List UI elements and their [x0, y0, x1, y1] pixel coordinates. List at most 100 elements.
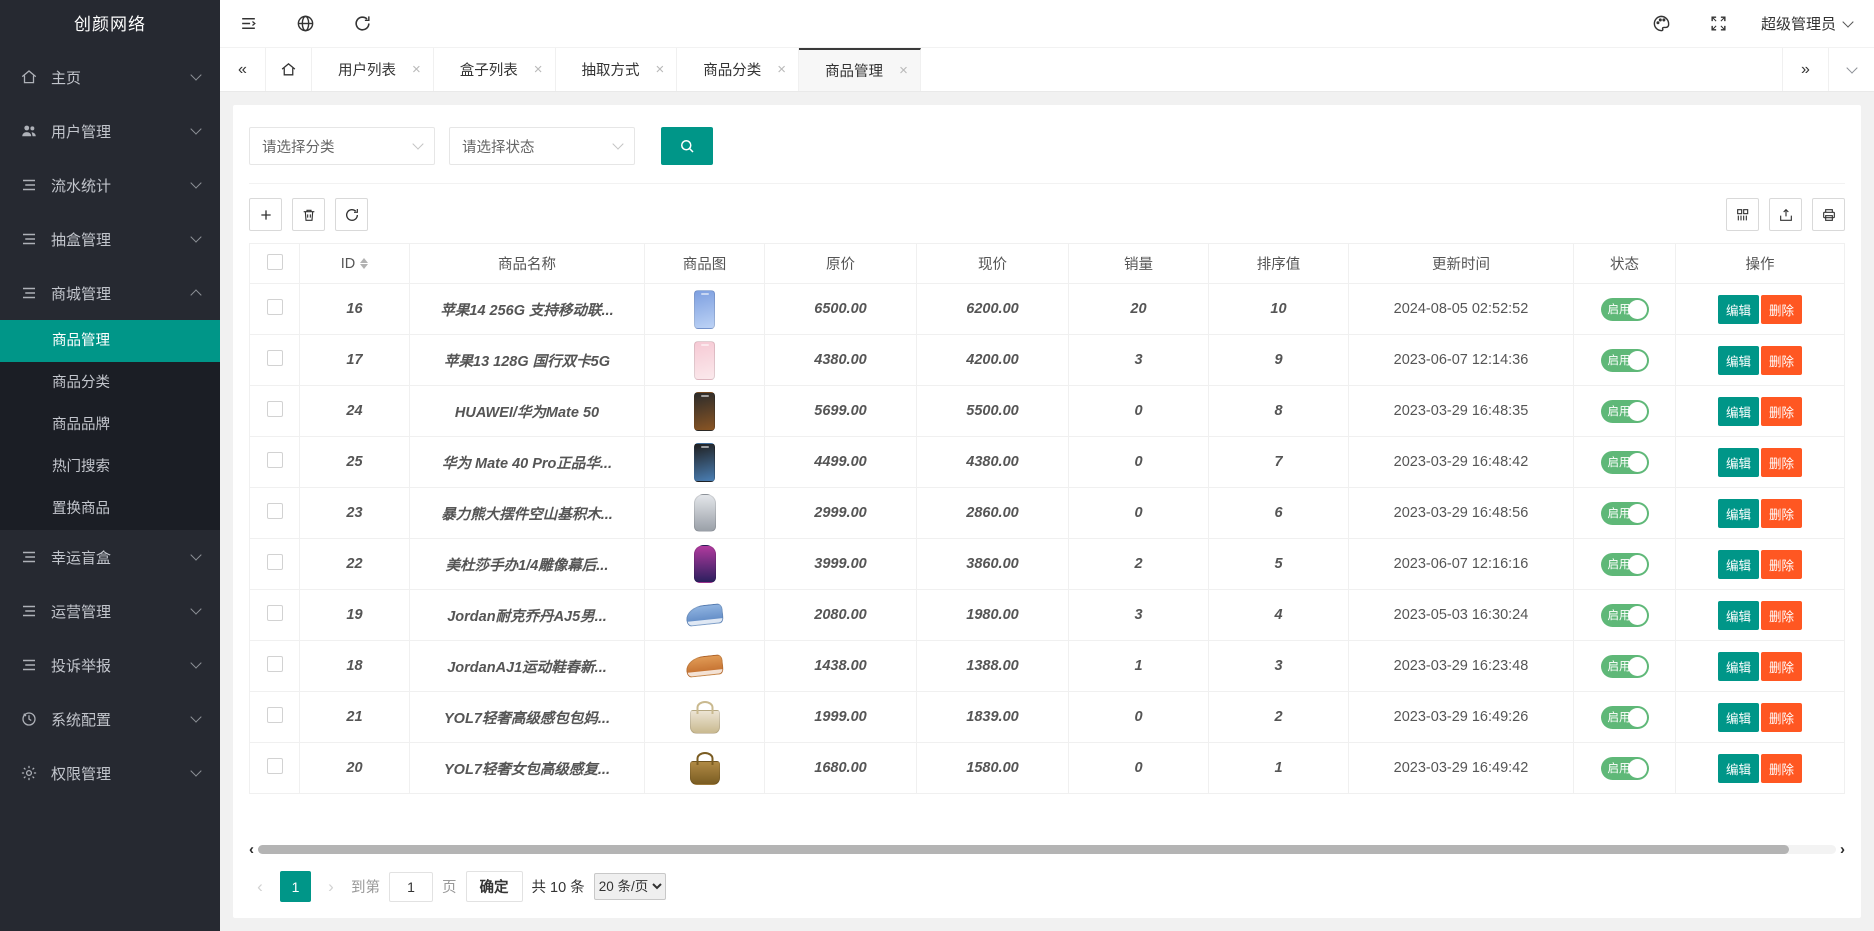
product-thumbnail[interactable]: [694, 341, 715, 380]
sidebar-item-lucky[interactable]: 幸运盲盒: [0, 530, 220, 584]
batch-delete-button[interactable]: [292, 198, 325, 231]
status-select[interactable]: 请选择状态: [449, 127, 635, 165]
globe-icon[interactable]: [277, 0, 334, 47]
edit-button[interactable]: 编辑: [1718, 652, 1759, 681]
delete-button[interactable]: 删除: [1761, 448, 1802, 477]
sidebar-item-flow[interactable]: 流水统计: [0, 158, 220, 212]
edit-button[interactable]: 编辑: [1718, 703, 1759, 732]
delete-button[interactable]: 删除: [1761, 346, 1802, 375]
product-thumbnail[interactable]: [690, 710, 720, 734]
scroll-left-icon[interactable]: ‹: [249, 842, 254, 857]
columns-filter-button[interactable]: [1726, 198, 1759, 231]
row-checkbox[interactable]: [267, 758, 283, 774]
scroll-right-icon[interactable]: ›: [1840, 842, 1845, 857]
product-thumbnail[interactable]: [694, 290, 715, 329]
print-button[interactable]: [1812, 198, 1845, 231]
delete-button[interactable]: 删除: [1761, 397, 1802, 426]
sidebar-item-users[interactable]: 用户管理: [0, 104, 220, 158]
product-thumbnail[interactable]: [685, 603, 724, 627]
close-icon[interactable]: ×: [534, 62, 543, 77]
product-thumbnail[interactable]: [685, 654, 724, 678]
edit-button[interactable]: 编辑: [1718, 550, 1759, 579]
close-icon[interactable]: ×: [412, 62, 421, 77]
edit-button[interactable]: 编辑: [1718, 346, 1759, 375]
next-page-button[interactable]: ›: [320, 877, 342, 897]
row-checkbox[interactable]: [267, 299, 283, 315]
delete-button[interactable]: 删除: [1761, 295, 1802, 324]
sidebar-item-complaint[interactable]: 投诉举报: [0, 638, 220, 692]
sidebar-item-box[interactable]: 抽盒管理: [0, 212, 220, 266]
sort-icon[interactable]: [360, 258, 368, 269]
status-toggle[interactable]: 启用: [1601, 298, 1649, 321]
delete-button[interactable]: 删除: [1761, 499, 1802, 528]
delete-button[interactable]: 删除: [1761, 550, 1802, 579]
product-thumbnail[interactable]: [694, 443, 715, 482]
tab-商品分类[interactable]: 商品分类×: [677, 48, 799, 91]
sidebar-item-sysconfig[interactable]: 系统配置: [0, 692, 220, 746]
page-size-select[interactable]: 20 条/页: [594, 873, 666, 900]
status-toggle[interactable]: 启用: [1601, 655, 1649, 678]
goto-page-input[interactable]: [389, 872, 433, 902]
close-icon[interactable]: ×: [899, 63, 908, 78]
scrollbar-thumb[interactable]: [258, 845, 1789, 854]
row-checkbox[interactable]: [267, 656, 283, 672]
add-button[interactable]: [249, 198, 282, 231]
row-checkbox[interactable]: [267, 503, 283, 519]
tab-商品管理[interactable]: 商品管理×: [799, 48, 921, 91]
edit-button[interactable]: 编辑: [1718, 448, 1759, 477]
tab-盒子列表[interactable]: 盒子列表×: [434, 48, 556, 91]
status-toggle[interactable]: 启用: [1601, 400, 1649, 423]
submenu-item-0[interactable]: 商品管理: [0, 320, 220, 362]
status-toggle[interactable]: 启用: [1601, 502, 1649, 525]
tab-用户列表[interactable]: 用户列表×: [312, 48, 434, 91]
col-id[interactable]: ID: [300, 244, 410, 284]
edit-button[interactable]: 编辑: [1718, 397, 1759, 426]
table-refresh-button[interactable]: [335, 198, 368, 231]
submenu-item-3[interactable]: 热门搜索: [0, 446, 220, 488]
status-toggle[interactable]: 启用: [1601, 757, 1649, 780]
product-thumbnail[interactable]: [694, 392, 715, 431]
edit-button[interactable]: 编辑: [1718, 601, 1759, 630]
select-all-checkbox[interactable]: [267, 254, 283, 270]
status-toggle[interactable]: 启用: [1601, 706, 1649, 729]
confirm-page-button[interactable]: 确定: [466, 871, 523, 902]
delete-button[interactable]: 删除: [1761, 652, 1802, 681]
product-thumbnail[interactable]: [694, 545, 716, 583]
submenu-item-1[interactable]: 商品分类: [0, 362, 220, 404]
tabs-expand-button[interactable]: »: [1782, 48, 1828, 91]
status-toggle[interactable]: 启用: [1601, 349, 1649, 372]
prev-page-button[interactable]: ‹: [249, 877, 271, 897]
sidebar-item-perm[interactable]: 权限管理: [0, 746, 220, 800]
home-tab[interactable]: [266, 48, 312, 91]
scrollbar-track[interactable]: [258, 845, 1836, 854]
status-toggle[interactable]: 启用: [1601, 553, 1649, 576]
search-button[interactable]: [661, 127, 713, 165]
edit-button[interactable]: 编辑: [1718, 295, 1759, 324]
product-thumbnail[interactable]: [690, 761, 720, 785]
row-checkbox[interactable]: [267, 554, 283, 570]
close-icon[interactable]: ×: [777, 62, 786, 77]
submenu-item-2[interactable]: 商品品牌: [0, 404, 220, 446]
sidebar-item-home[interactable]: 主页: [0, 50, 220, 104]
row-checkbox[interactable]: [267, 350, 283, 366]
close-icon[interactable]: ×: [656, 62, 665, 77]
user-menu[interactable]: 超级管理员: [1747, 0, 1874, 47]
edit-button[interactable]: 编辑: [1718, 754, 1759, 783]
status-toggle[interactable]: 启用: [1601, 604, 1649, 627]
submenu-item-4[interactable]: 置换商品: [0, 488, 220, 530]
status-toggle[interactable]: 启用: [1601, 451, 1649, 474]
edit-button[interactable]: 编辑: [1718, 499, 1759, 528]
tabs-more-button[interactable]: [1828, 48, 1874, 91]
delete-button[interactable]: 删除: [1761, 601, 1802, 630]
delete-button[interactable]: 删除: [1761, 754, 1802, 783]
menu-toggle-icon[interactable]: [220, 0, 277, 47]
sidebar-item-mall[interactable]: 商城管理: [0, 266, 220, 320]
category-select[interactable]: 请选择分类: [249, 127, 435, 165]
row-checkbox[interactable]: [267, 605, 283, 621]
row-checkbox[interactable]: [267, 452, 283, 468]
delete-button[interactable]: 删除: [1761, 703, 1802, 732]
palette-icon[interactable]: [1633, 0, 1690, 47]
tabs-collapse-button[interactable]: «: [220, 48, 266, 91]
export-button[interactable]: [1769, 198, 1802, 231]
refresh-icon[interactable]: [334, 0, 391, 47]
